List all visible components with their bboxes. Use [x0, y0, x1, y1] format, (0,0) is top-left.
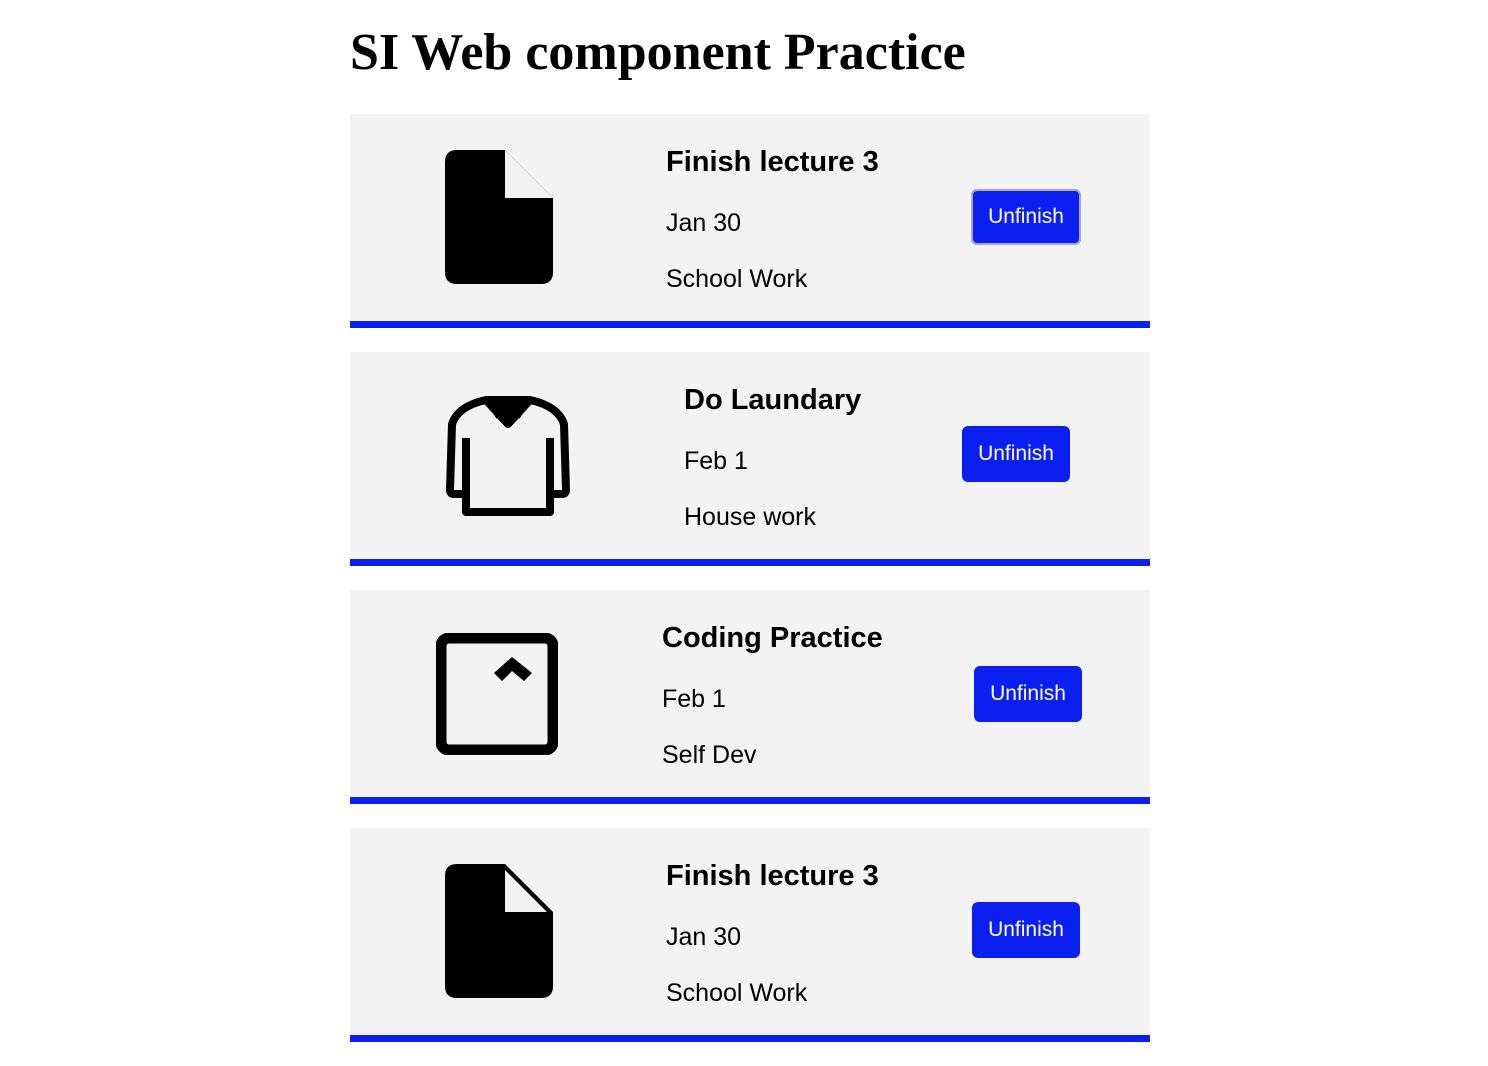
document-icon — [350, 828, 650, 1035]
task-card: Coding Practice Feb 1 Self Dev Unfinish — [350, 590, 1150, 804]
task-card: Finish lecture 3 Jan 30 School Work Unfi… — [350, 114, 1150, 328]
task-date: Feb 1 — [662, 685, 726, 713]
card-accent-bar — [350, 1035, 1150, 1042]
unfinish-button[interactable]: Unfinish — [962, 426, 1070, 482]
task-date: Jan 30 — [666, 923, 742, 951]
task-category: House work — [684, 503, 816, 531]
task-category: Self Dev — [662, 741, 757, 769]
task-card: Finish lecture 3 Jan 30 School Work Unfi… — [350, 828, 1150, 1042]
unfinish-button[interactable]: Unfinish — [971, 189, 1081, 245]
unfinish-button[interactable]: Unfinish — [974, 666, 1082, 722]
task-date: Feb 1 — [684, 447, 748, 475]
document-icon — [350, 114, 650, 321]
unfinish-button[interactable]: Unfinish — [972, 902, 1080, 958]
task-title: Finish lecture 3 — [666, 146, 879, 178]
task-title: Finish lecture 3 — [666, 860, 879, 892]
task-date: Jan 30 — [666, 209, 742, 237]
shirt-icon — [350, 352, 650, 559]
task-category: School Work — [666, 979, 808, 1007]
card-accent-bar — [350, 321, 1150, 328]
task-title: Coding Practice — [662, 622, 883, 654]
card-accent-bar — [350, 797, 1150, 804]
card-accent-bar — [350, 559, 1150, 566]
window-expand-icon — [350, 590, 650, 797]
task-title: Do Laundary — [684, 384, 862, 416]
page-title: SI Web component Practice — [350, 24, 966, 81]
task-card: Do Laundary Feb 1 House work Unfinish — [350, 352, 1150, 566]
task-list-page: SI Web component Practice Finish lecture… — [350, 0, 1150, 1066]
task-category: School Work — [666, 265, 808, 293]
